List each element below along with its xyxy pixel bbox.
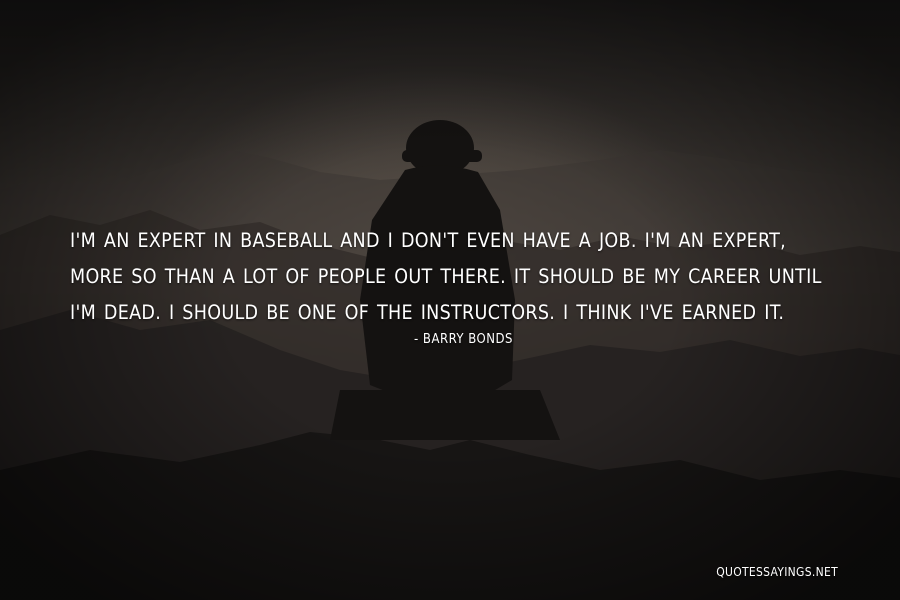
quote-text: I'm an expert in baseball and I don't ev… bbox=[70, 229, 822, 324]
quote-card: I'm an expert in baseball and I don't ev… bbox=[0, 0, 900, 600]
quote-author: - Barry Bonds bbox=[414, 332, 513, 347]
site-watermark: QUOTESSAYINGS.NET bbox=[716, 565, 838, 579]
